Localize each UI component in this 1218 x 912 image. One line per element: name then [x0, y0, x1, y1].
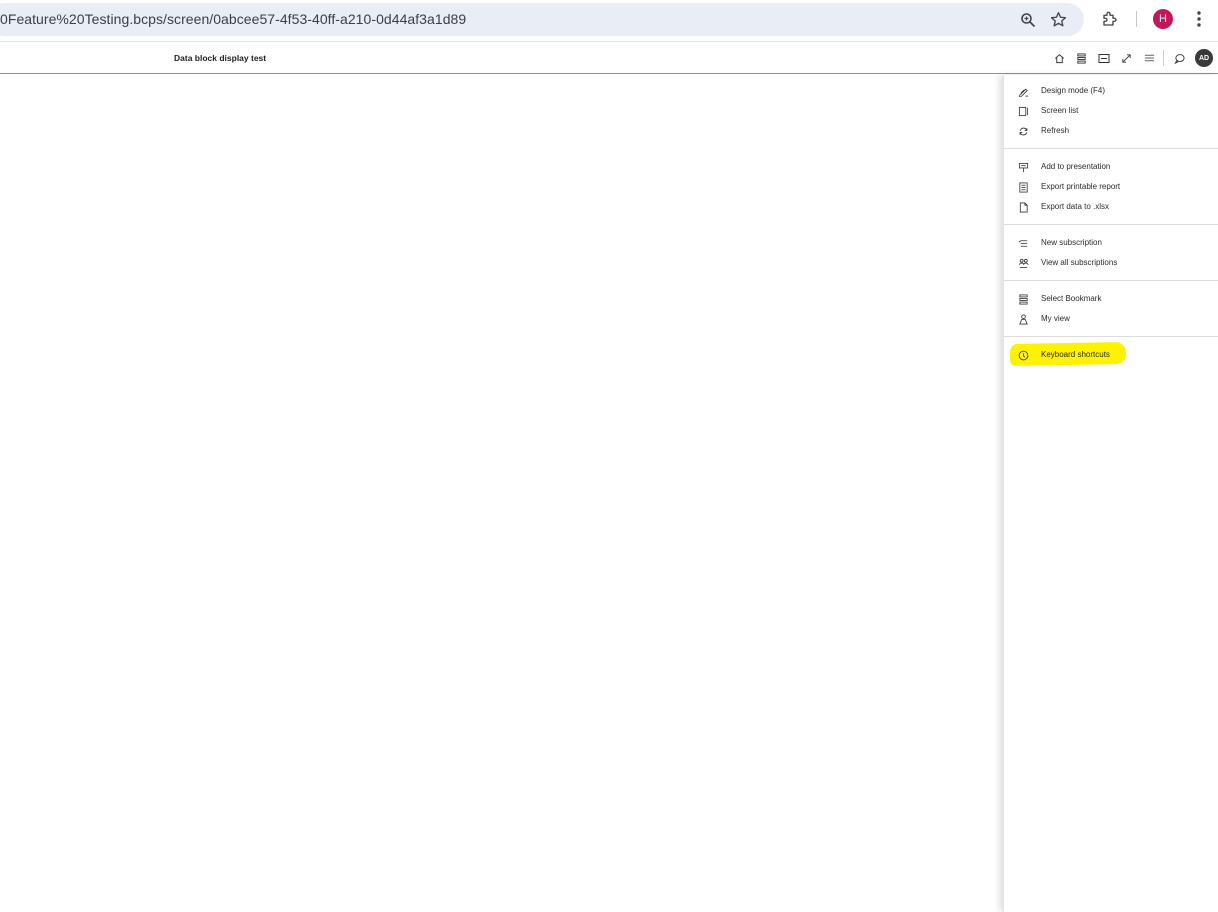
fullscreen-icon[interactable] [1119, 51, 1133, 65]
design-mode-icon [1017, 85, 1029, 97]
bookmark-star-icon[interactable] [1048, 9, 1069, 30]
printable-report-icon [1017, 181, 1029, 193]
menu-item-label: View all subscriptions [1041, 258, 1118, 267]
menu-item-view-all-subscriptions[interactable]: View all subscriptions [1004, 253, 1218, 273]
menu-item-keyboard-shortcuts[interactable]: Keyboard shortcuts [1004, 341, 1218, 367]
menu-item-label: Add to presentation [1041, 162, 1111, 171]
menu-group-view: Design mode (F4) Screen list Refresh [1004, 75, 1218, 149]
menu-item-label: Screen list [1041, 106, 1079, 115]
user-avatar[interactable]: AD [1195, 49, 1213, 67]
toolbar-divider [1136, 11, 1137, 27]
menu-group-help: Keyboard shortcuts [1004, 337, 1218, 372]
bookmark-icon [1017, 293, 1029, 305]
refresh-icon [1017, 125, 1029, 137]
menu-item-label: Export printable report [1041, 182, 1121, 191]
comment-icon[interactable] [1172, 51, 1186, 65]
menu-item-screen-list[interactable]: Screen list [1004, 101, 1218, 121]
menu-group-subscriptions: New subscription View all subscriptions [1004, 225, 1218, 281]
menu-item-export-printable-report[interactable]: Export printable report [1004, 177, 1218, 197]
menu-group-export: Add to presentation Export printable rep… [1004, 149, 1218, 225]
zoom-icon[interactable] [1017, 9, 1038, 30]
my-view-icon [1017, 313, 1029, 325]
hamburger-menu-icon[interactable] [1142, 51, 1156, 65]
profile-avatar[interactable]: H [1153, 9, 1173, 29]
header-divider [1163, 50, 1164, 66]
subscriptions-icon [1017, 257, 1029, 269]
presentation-icon [1017, 161, 1029, 173]
menu-group-bookmarks: Select Bookmark My view [1004, 281, 1218, 337]
fit-width-icon[interactable] [1097, 51, 1111, 65]
menu-item-new-subscription[interactable]: New subscription [1004, 233, 1218, 253]
menu-item-add-to-presentation[interactable]: Add to presentation [1004, 157, 1218, 177]
page-title: Data block display test [174, 53, 267, 63]
menu-item-export-xlsx[interactable]: Export data to .xlsx [1004, 197, 1218, 217]
menu-item-my-view[interactable]: My view [1004, 309, 1218, 329]
side-menu-panel: Design mode (F4) Screen list Refresh Add… [1003, 75, 1218, 912]
new-subscription-icon [1017, 237, 1029, 249]
keyboard-shortcuts-icon [1017, 349, 1029, 361]
home-icon[interactable] [1052, 51, 1066, 65]
menu-item-label: Refresh [1041, 126, 1070, 135]
url-text[interactable]: 0Feature%20Testing.bcps/screen/0abcee57-… [0, 11, 466, 27]
browser-toolbar: 0Feature%20Testing.bcps/screen/0abcee57-… [0, 0, 1218, 42]
menu-item-label: Select Bookmark [1041, 294, 1102, 303]
app-header: Data block display test AD [0, 43, 1218, 74]
screen-list-icon [1017, 105, 1029, 117]
menu-item-label: My view [1041, 314, 1070, 323]
menu-item-label: New subscription [1041, 238, 1102, 247]
menu-item-design-mode[interactable]: Design mode (F4) [1004, 81, 1218, 101]
menu-item-label: Keyboard shortcuts [1041, 350, 1110, 359]
browser-menu-icon[interactable] [1188, 8, 1210, 30]
address-bar[interactable]: 0Feature%20Testing.bcps/screen/0abcee57-… [0, 3, 1084, 36]
screen-list-icon[interactable] [1074, 51, 1088, 65]
menu-item-select-bookmark[interactable]: Select Bookmark [1004, 289, 1218, 309]
menu-item-label: Design mode (F4) [1041, 86, 1106, 95]
menu-item-refresh[interactable]: Refresh [1004, 121, 1218, 141]
menu-item-label: Export data to .xlsx [1041, 202, 1110, 211]
file-icon [1017, 201, 1029, 213]
extensions-icon[interactable] [1099, 8, 1121, 30]
